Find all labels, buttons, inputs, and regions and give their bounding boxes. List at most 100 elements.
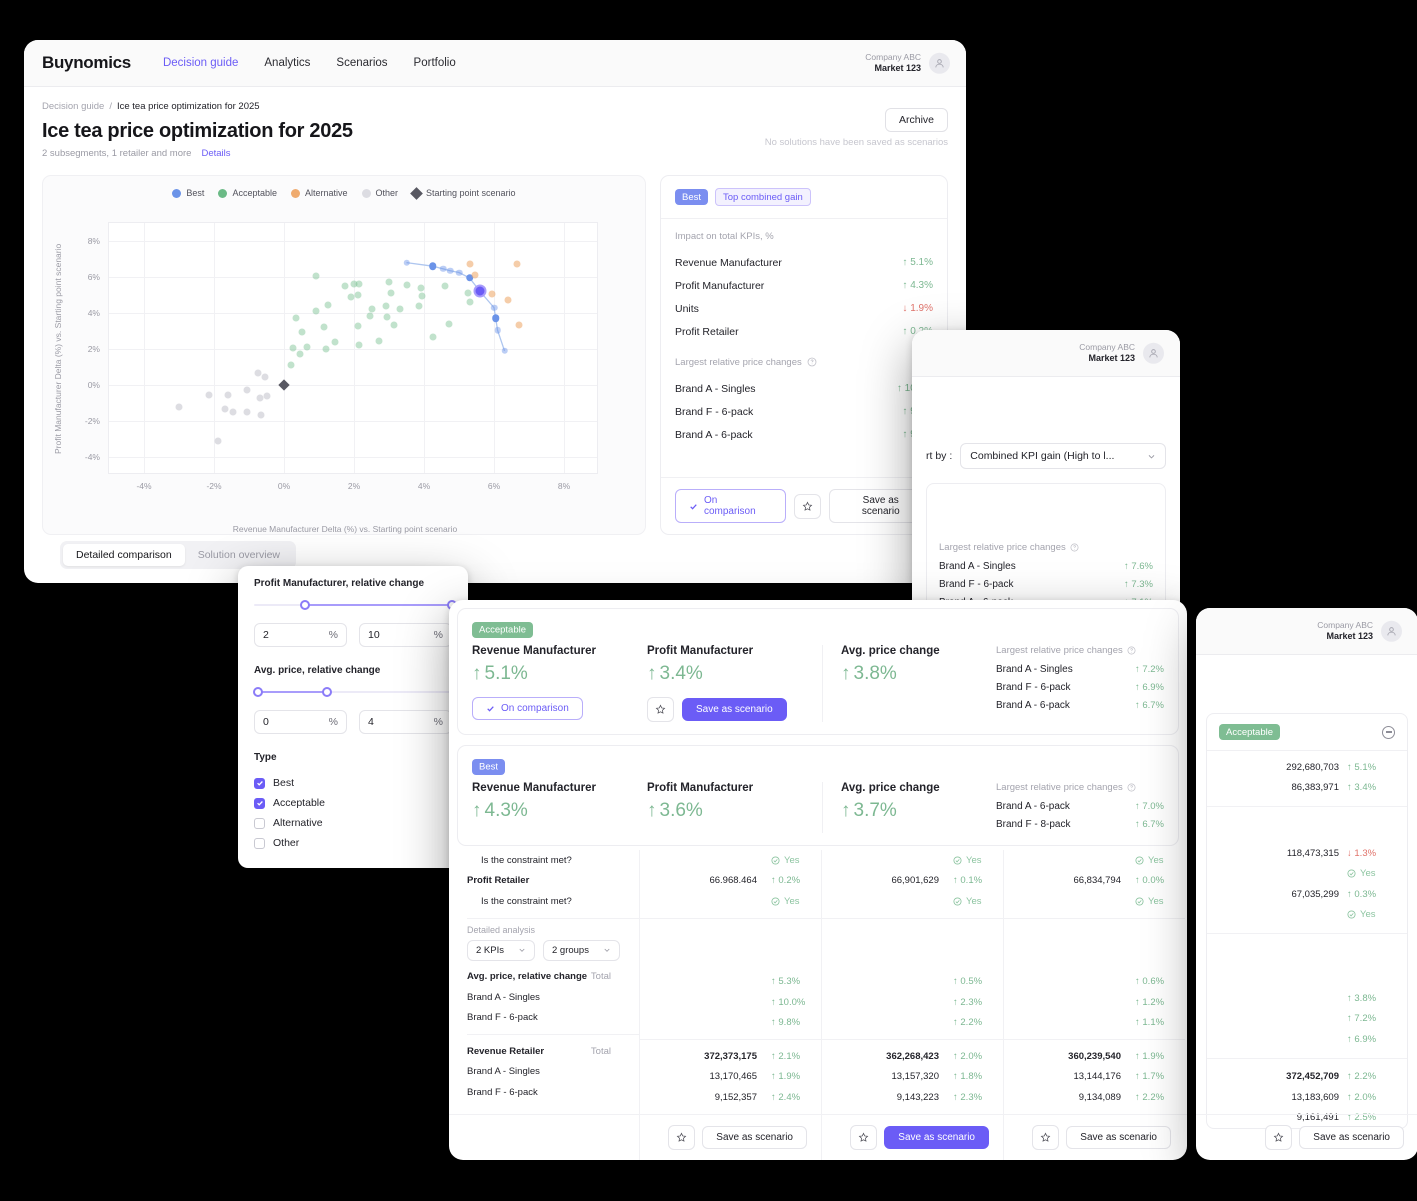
group-select[interactable]: 2 groups <box>543 940 620 961</box>
sort-by-select[interactable]: Combined KPI gain (High to l... <box>960 443 1166 469</box>
avatar[interactable] <box>1381 620 1402 641</box>
slider-knob-max[interactable] <box>322 687 332 697</box>
collapse-icon[interactable] <box>1382 726 1395 739</box>
user-menu[interactable]: Company ABC Market 123 <box>865 52 950 74</box>
archive-button[interactable]: Archive <box>885 108 948 132</box>
nav-item-portfolio[interactable]: Portfolio <box>414 57 456 69</box>
scatter-point-acceptable[interactable] <box>331 338 338 345</box>
scatter-point-acceptable[interactable] <box>415 302 422 309</box>
scatter-point-acceptable[interactable] <box>298 328 305 335</box>
on-comparison-button[interactable]: On comparison <box>675 489 786 523</box>
min-input-profit-manufacturer[interactable]: 2% <box>254 623 347 647</box>
scatter-point-acceptable[interactable] <box>342 283 349 290</box>
scatter-point-acceptable[interactable] <box>391 321 398 328</box>
checkbox-row-alternative[interactable]: Alternative <box>254 813 452 833</box>
scatter-point-acceptable[interactable] <box>445 320 452 327</box>
save-as-scenario-button-card1[interactable]: Save as scenario <box>682 698 787 721</box>
max-input-avg-price[interactable]: 4% <box>359 710 452 734</box>
help-icon[interactable] <box>807 357 817 367</box>
save-as-scenario-col3[interactable]: Save as scenario <box>1066 1126 1171 1149</box>
scatter-point-acceptable[interactable] <box>288 362 295 369</box>
breadcrumb-root[interactable]: Decision guide <box>42 101 104 112</box>
scatter-point-other[interactable] <box>263 392 270 399</box>
scatter-point-other[interactable] <box>244 409 251 416</box>
scatter-point-best[interactable] <box>429 262 437 270</box>
scatter-point-other[interactable] <box>258 411 265 418</box>
scatter-point-acceptable[interactable] <box>354 292 361 299</box>
checkbox-alternative[interactable] <box>254 818 265 829</box>
checkbox-row-best[interactable]: Best <box>254 773 452 793</box>
scatter-point-acceptable[interactable] <box>296 350 303 357</box>
range-slider-avg-price[interactable] <box>254 686 452 698</box>
scatter-point-alternative[interactable] <box>466 260 473 267</box>
max-input-profit-manufacturer[interactable]: 10% <box>359 623 452 647</box>
scatter-point-acceptable[interactable] <box>466 299 473 306</box>
scatter-point-acceptable[interactable] <box>354 322 361 329</box>
scatter-point-acceptable[interactable] <box>386 278 393 285</box>
scatter-point-acceptable[interactable] <box>384 313 391 320</box>
scatter-point-other[interactable] <box>256 394 263 401</box>
scatter-plot[interactable]: -4%-2%0%2%4%6%8%8%6%4%2%0%-2%-4% <box>108 222 598 474</box>
min-input-avg-price[interactable]: 0% <box>254 710 347 734</box>
scatter-point-other[interactable] <box>225 391 232 398</box>
scatter-point-alternative[interactable] <box>505 296 512 303</box>
legend-item-best[interactable]: Best <box>172 188 204 198</box>
scatter-point-acceptable[interactable] <box>323 346 330 353</box>
scatter-point-acceptable[interactable] <box>387 290 394 297</box>
favorite-star-button-w5[interactable] <box>1265 1125 1292 1150</box>
selected-point-marker[interactable] <box>474 285 487 298</box>
scatter-point-best[interactable] <box>447 267 454 274</box>
tab-detailed-comparison[interactable]: Detailed comparison <box>63 544 185 566</box>
user-menu-5[interactable]: Company ABC Market 123 <box>1317 620 1402 642</box>
scatter-point-acceptable[interactable] <box>366 312 373 319</box>
scatter-point-acceptable[interactable] <box>293 315 300 322</box>
scatter-point-other[interactable] <box>221 406 228 413</box>
scatter-point-acceptable[interactable] <box>429 334 436 341</box>
scatter-point-other[interactable] <box>205 391 212 398</box>
scatter-point-alternative[interactable] <box>515 321 522 328</box>
nav-item-analytics[interactable]: Analytics <box>264 57 310 69</box>
on-comparison-button-card1[interactable]: On comparison <box>472 697 583 720</box>
kpi-select[interactable]: 2 KPIs <box>467 940 535 961</box>
avatar[interactable] <box>929 52 950 73</box>
favorite-star-button-card1[interactable] <box>647 697 674 722</box>
scatter-point-acceptable[interactable] <box>442 283 449 290</box>
scatter-point-best[interactable] <box>501 348 508 355</box>
scatter-point-alternative[interactable] <box>471 272 478 279</box>
scatter-point-acceptable[interactable] <box>403 282 410 289</box>
scatter-point-best[interactable] <box>440 266 447 273</box>
scatter-point-acceptable[interactable] <box>464 290 471 297</box>
scatter-point-best[interactable] <box>492 315 500 323</box>
nav-item-decision-guide[interactable]: Decision guide <box>163 57 238 69</box>
legend-item-alternative[interactable]: Alternative <box>291 188 348 198</box>
scatter-point-acceptable[interactable] <box>321 324 328 331</box>
scatter-point-acceptable[interactable] <box>419 292 426 299</box>
legend-item-other[interactable]: Other <box>362 188 399 198</box>
scatter-point-acceptable[interactable] <box>396 305 403 312</box>
legend-item-starting-point[interactable]: Starting point scenario <box>412 188 516 198</box>
favorite-star-button-col3[interactable] <box>1032 1125 1059 1150</box>
save-as-scenario-col1[interactable]: Save as scenario <box>702 1126 807 1149</box>
scatter-point-other[interactable] <box>214 437 221 444</box>
save-as-scenario-w5[interactable]: Save as scenario <box>1299 1126 1404 1149</box>
scatter-point-acceptable[interactable] <box>375 337 382 344</box>
favorite-star-button[interactable] <box>794 494 821 519</box>
checkbox-row-other[interactable]: Other <box>254 833 452 853</box>
avatar[interactable] <box>1143 342 1164 363</box>
scatter-point-other[interactable] <box>176 403 183 410</box>
scatter-point-acceptable[interactable] <box>347 293 354 300</box>
tab-solution-overview[interactable]: Solution overview <box>185 544 293 566</box>
scatter-point-best[interactable] <box>491 304 498 311</box>
slider-knob-min[interactable] <box>253 687 263 697</box>
scatter-point-other[interactable] <box>261 373 268 380</box>
favorite-star-button-col2[interactable] <box>850 1125 877 1150</box>
user-menu-2[interactable]: Company ABC Market 123 <box>1079 342 1164 364</box>
scatter-point-other[interactable] <box>230 409 237 416</box>
scatter-point-acceptable[interactable] <box>356 341 363 348</box>
scatter-point-best[interactable] <box>494 327 501 334</box>
details-link[interactable]: Details <box>201 148 230 159</box>
scatter-point-other[interactable] <box>244 386 251 393</box>
range-slider-profit-manufacturer[interactable] <box>254 599 452 611</box>
scatter-point-acceptable[interactable] <box>417 284 424 291</box>
scatter-point-alternative[interactable] <box>489 291 496 298</box>
